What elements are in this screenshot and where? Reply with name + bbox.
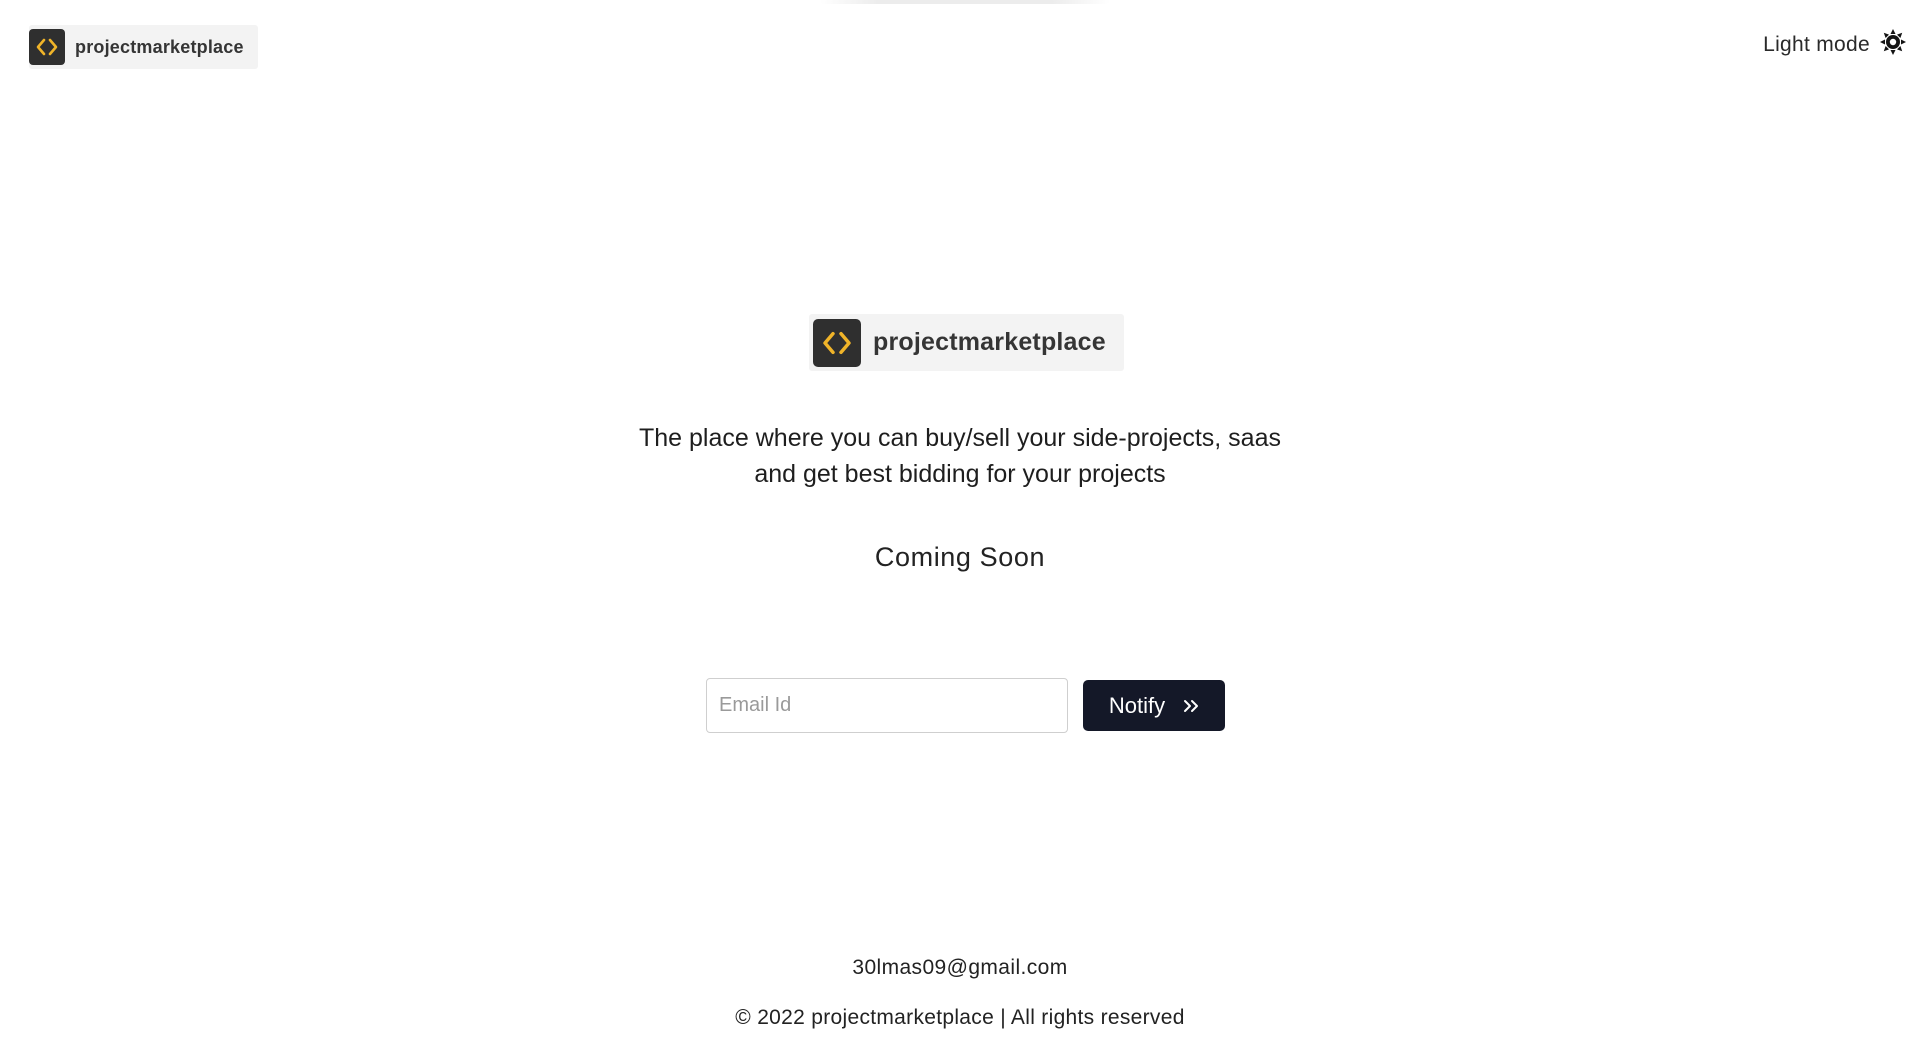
top-accent-bar [820,0,1110,4]
sun-icon [1880,29,1906,60]
hero-brand-name: projectmarketplace [873,328,1106,356]
tagline-line-2: and get best bidding for your projects [754,460,1166,488]
header-logo-link[interactable]: projectmarketplace [29,25,258,69]
page: projectmarketplace Light mode projectmar… [0,0,1920,1037]
header-brand-name: projectmarketplace [75,36,244,57]
notify-button[interactable]: Notify [1083,680,1225,731]
code-brackets-icon [29,29,65,65]
tagline-line-1: The place where you can buy/sell your si… [639,424,1281,452]
code-brackets-icon [813,318,861,367]
theme-toggle-label: Light mode [1763,32,1870,56]
double-chevron-right-icon [1183,693,1199,719]
tagline: The place where you can buy/sell your si… [0,420,1920,492]
theme-toggle-button[interactable]: Light mode [1763,29,1906,60]
email-input[interactable] [706,678,1068,733]
coming-soon-heading: Coming Soon [874,542,1046,572]
notify-button-label: Notify [1108,692,1166,718]
footer-copyright: © 2022 projectmarketplace | All rights r… [735,1006,1185,1029]
footer-contact-email[interactable]: 30lmas09@gmail.com [0,956,1920,980]
hero-logo: projectmarketplace [809,314,1124,371]
